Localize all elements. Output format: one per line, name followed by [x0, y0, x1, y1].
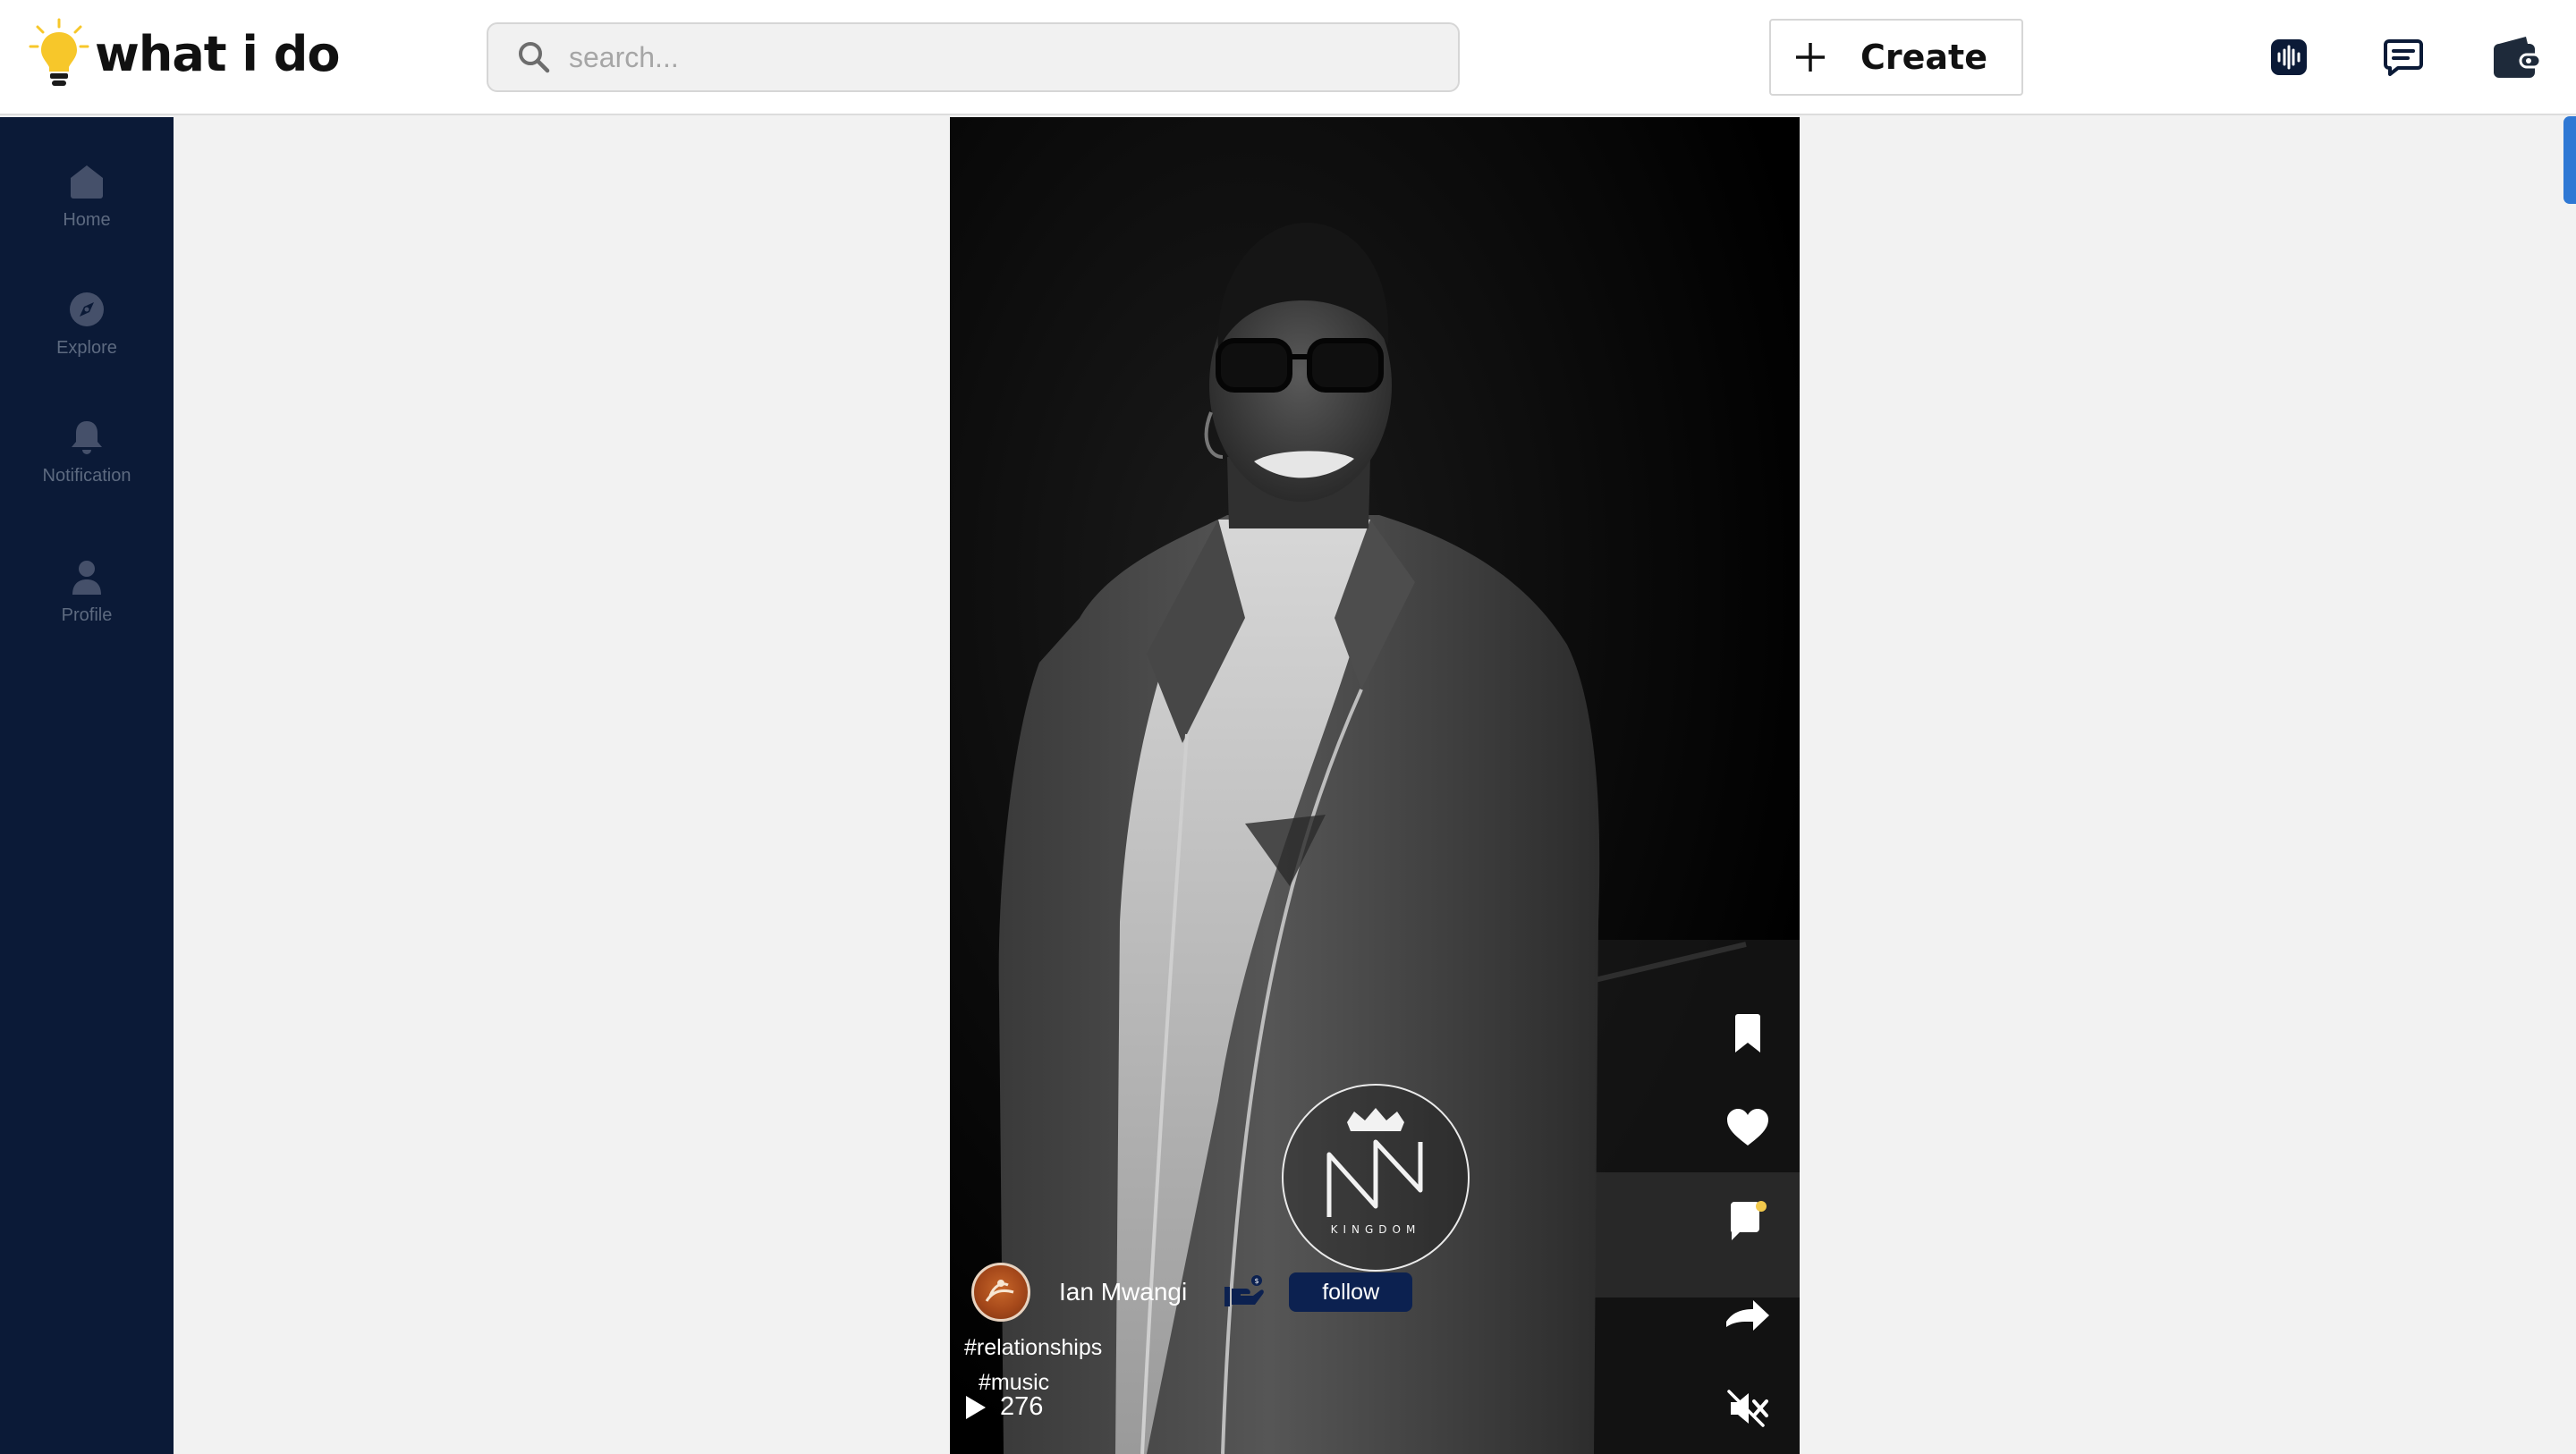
create-label: Create: [1860, 38, 1987, 77]
audio-wave-icon: [2271, 39, 2307, 75]
share-icon: [1726, 1300, 1769, 1331]
avatar[interactable]: [971, 1263, 1030, 1322]
sidebar: Home Explore Notification Profile: [0, 117, 174, 1454]
app-logo[interactable]: what i do: [27, 18, 340, 89]
bookmark-button[interactable]: [1721, 1007, 1775, 1061]
sidebar-item-label: Notification: [42, 466, 131, 486]
chat-icon: [2384, 39, 2423, 76]
hashtag-relationships[interactable]: #relationships: [964, 1335, 1102, 1361]
wallet-icon: [2494, 37, 2542, 78]
comment-icon: [1731, 1201, 1767, 1240]
follow-button[interactable]: follow: [1289, 1272, 1413, 1312]
home-icon: [71, 165, 103, 199]
mute-button[interactable]: [1721, 1382, 1775, 1435]
top-bar: what i do Create: [0, 0, 2576, 115]
scrollbar-thumb[interactable]: [2563, 116, 2576, 204]
plus-icon: [1796, 43, 1825, 72]
tip-button[interactable]: $: [1223, 1274, 1266, 1310]
bookmark-icon: [1735, 1014, 1760, 1052]
video-player[interactable]: KINGDOM Ian Mwangi $ follow #relationshi…: [950, 117, 1800, 1454]
tip-hand-icon: $: [1224, 1275, 1264, 1306]
avatar-image: [985, 1280, 1014, 1302]
sidebar-item-label: Explore: [56, 338, 117, 358]
view-count: 276: [964, 1392, 1043, 1422]
sidebar-item-home[interactable]: Home: [0, 162, 174, 231]
mute-icon: [1727, 1390, 1768, 1427]
comment-button[interactable]: [1721, 1195, 1775, 1248]
author-row: Ian Mwangi $ follow: [971, 1260, 1413, 1324]
messages-button[interactable]: [2378, 32, 2428, 82]
compass-icon: [70, 292, 104, 326]
bell-icon: [72, 421, 102, 454]
sidebar-item-profile[interactable]: Profile: [0, 557, 174, 626]
watermark-text: KINGDOM: [1331, 1223, 1421, 1236]
author-name[interactable]: Ian Mwangi: [1059, 1278, 1187, 1306]
watermark-logo: KINGDOM: [1282, 1084, 1470, 1272]
search-bar[interactable]: [487, 22, 1460, 92]
like-button[interactable]: [1721, 1101, 1775, 1154]
heart-icon: [1727, 1109, 1768, 1145]
play-icon: [966, 1395, 986, 1419]
sidebar-item-label: Profile: [61, 605, 113, 625]
create-button[interactable]: Create: [1769, 19, 2023, 96]
wallet-button[interactable]: [2492, 32, 2542, 82]
share-button[interactable]: [1721, 1289, 1775, 1343]
audio-button[interactable]: [2264, 32, 2314, 82]
logo-text: what i do: [95, 25, 340, 82]
search-icon: [519, 42, 550, 73]
lightbulb-icon: [29, 18, 89, 86]
sidebar-item-explore[interactable]: Explore: [0, 290, 174, 359]
svg-text:$: $: [1255, 1277, 1259, 1285]
user-icon: [72, 561, 101, 595]
sidebar-item-notification[interactable]: Notification: [0, 418, 174, 486]
sidebar-item-label: Home: [63, 210, 111, 230]
search-input[interactable]: [569, 40, 1374, 74]
view-count-value: 276: [1000, 1392, 1044, 1421]
